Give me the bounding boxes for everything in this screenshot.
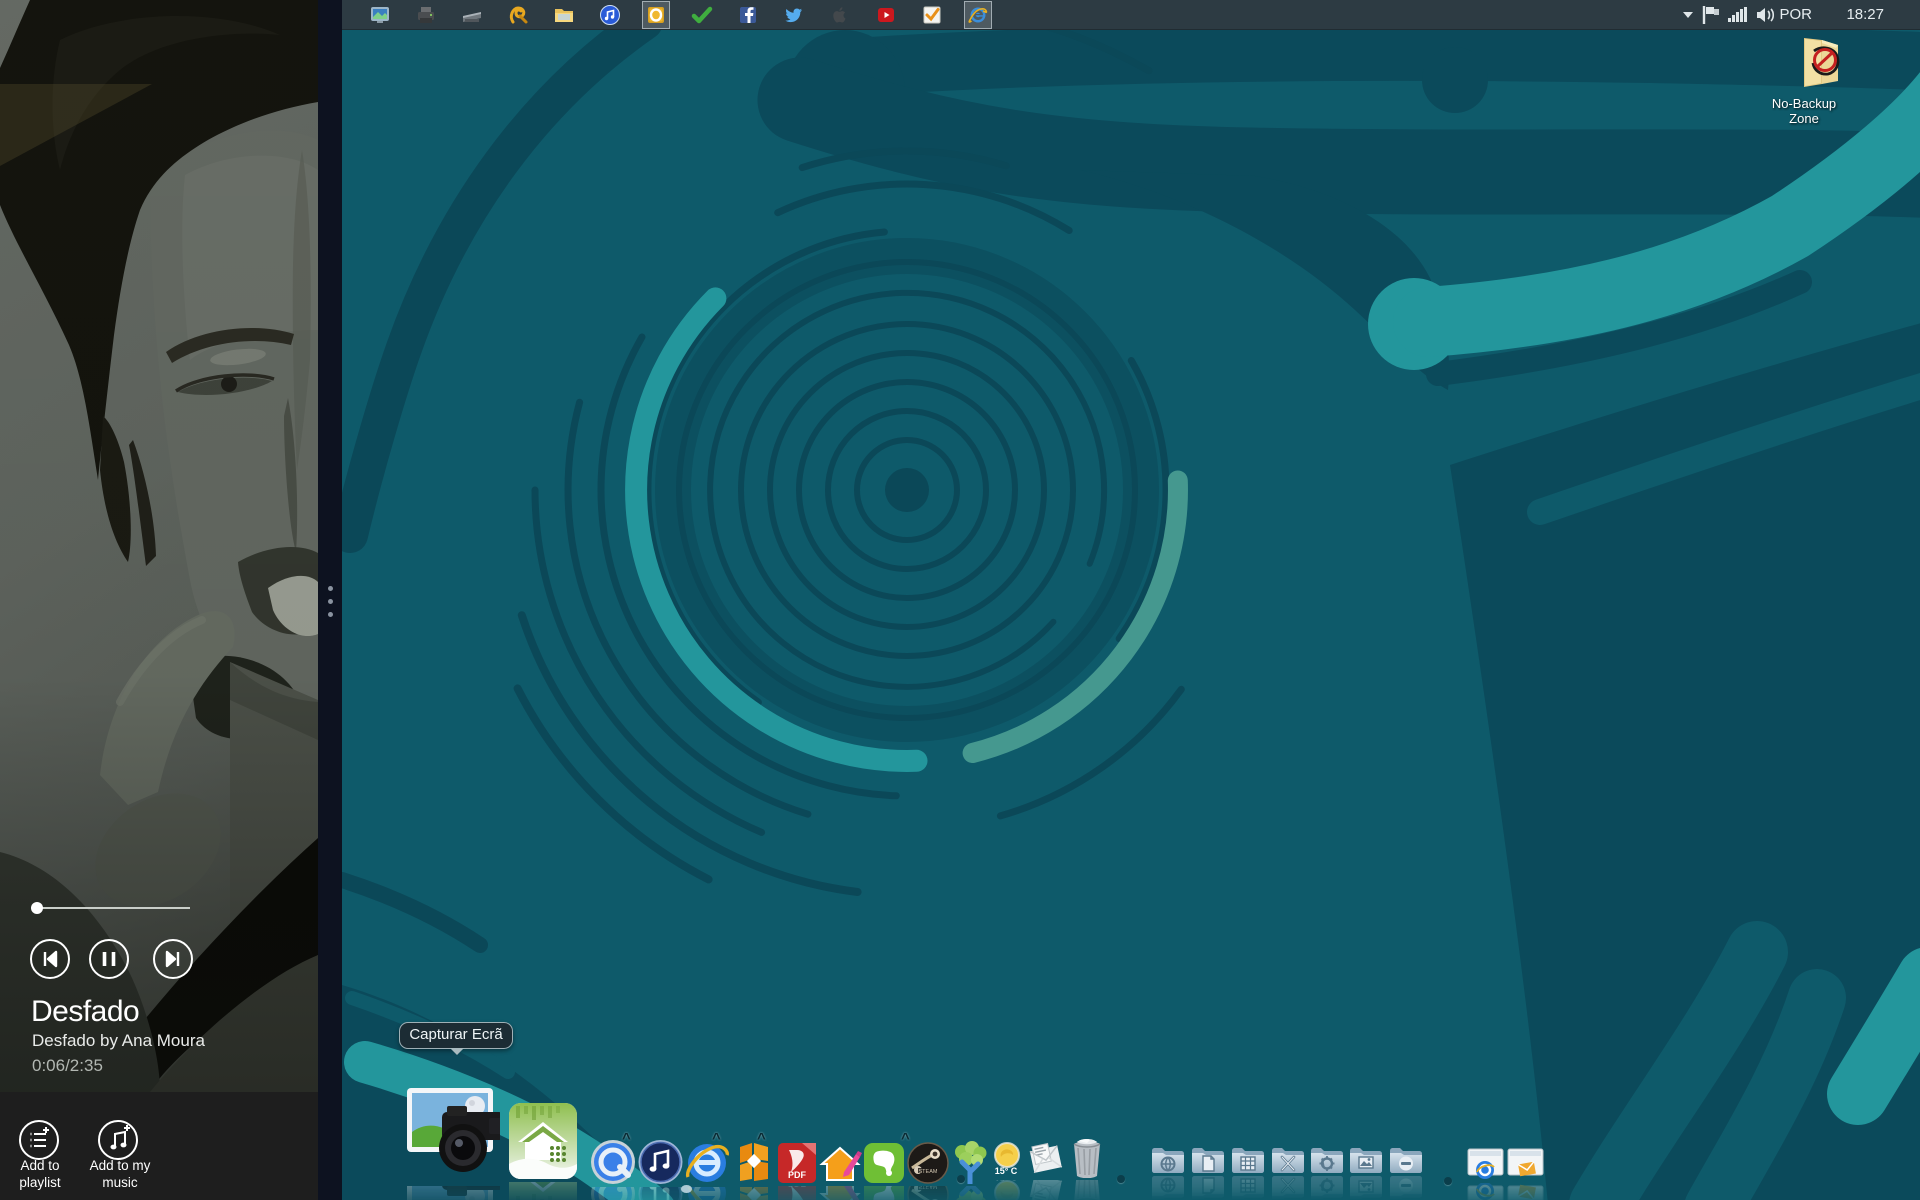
svg-text:STEAM: STEAM — [919, 1169, 938, 1175]
svg-text:PDF: PDF — [788, 1186, 807, 1188]
svg-text:15° C: 15° C — [995, 1180, 1018, 1182]
svg-text:STEAM: STEAM — [919, 1186, 938, 1189]
svg-text:15° C: 15° C — [995, 1166, 1018, 1176]
svg-text:PDF: PDF — [788, 1170, 807, 1180]
